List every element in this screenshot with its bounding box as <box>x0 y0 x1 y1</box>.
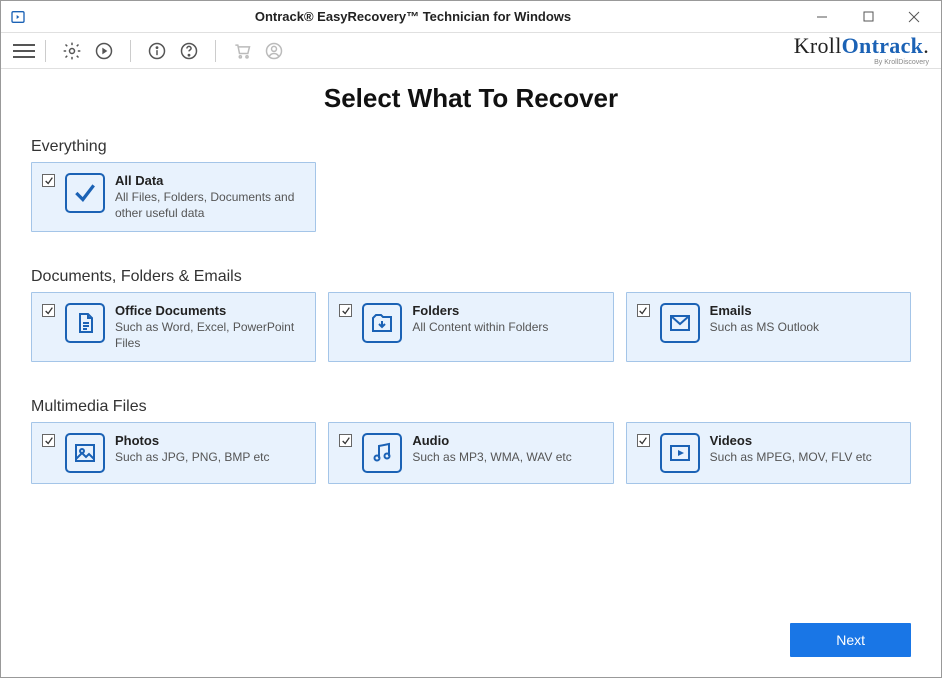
checkbox-audio[interactable] <box>339 434 352 447</box>
user-icon[interactable] <box>263 40 285 62</box>
app-window: Ontrack® EasyRecovery™ Technician for Wi… <box>0 0 942 678</box>
card-desc: Such as Word, Excel, PowerPoint Files <box>115 320 305 351</box>
section-title-everything: Everything <box>31 138 911 156</box>
checkbox-office-documents[interactable] <box>42 304 55 317</box>
card-title: Folders <box>412 303 548 318</box>
page-title: Select What To Recover <box>31 83 911 114</box>
next-button[interactable]: Next <box>790 623 911 657</box>
toolbar-divider <box>215 40 216 62</box>
cards-row-docs: Office Documents Such as Word, Excel, Po… <box>31 292 911 362</box>
folder-icon <box>362 303 402 343</box>
minimize-button[interactable] <box>799 1 845 33</box>
card-title: Photos <box>115 433 270 448</box>
card-title: Office Documents <box>115 303 305 318</box>
card-title: All Data <box>115 173 305 188</box>
app-logo-icon <box>9 8 27 26</box>
resume-recovery-icon[interactable] <box>93 40 115 62</box>
card-desc: Such as MP3, WMA, WAV etc <box>412 450 571 466</box>
checkbox-videos[interactable] <box>637 434 650 447</box>
card-desc: All Files, Folders, Documents and other … <box>115 190 305 221</box>
card-folders[interactable]: Folders All Content within Folders <box>328 292 613 362</box>
toolbar-divider <box>130 40 131 62</box>
card-photos[interactable]: Photos Such as JPG, PNG, BMP etc <box>31 422 316 484</box>
card-title: Audio <box>412 433 571 448</box>
cards-row-media: Photos Such as JPG, PNG, BMP etc Audio S… <box>31 422 911 484</box>
card-all-data[interactable]: All Data All Files, Folders, Documents a… <box>31 162 316 232</box>
section-title-media: Multimedia Files <box>31 398 911 416</box>
settings-icon[interactable] <box>61 40 83 62</box>
menu-button[interactable] <box>13 40 35 62</box>
main-content: Select What To Recover Everything All Da… <box>1 69 941 611</box>
info-icon[interactable] <box>146 40 168 62</box>
card-audio[interactable]: Audio Such as MP3, WMA, WAV etc <box>328 422 613 484</box>
card-videos[interactable]: Videos Such as MPEG, MOV, FLV etc <box>626 422 911 484</box>
window-title: Ontrack® EasyRecovery™ Technician for Wi… <box>27 9 799 24</box>
card-emails[interactable]: Emails Such as MS Outlook <box>626 292 911 362</box>
card-office-documents[interactable]: Office Documents Such as Word, Excel, Po… <box>31 292 316 362</box>
close-button[interactable] <box>891 1 937 33</box>
checkbox-folders[interactable] <box>339 304 352 317</box>
toolbar: KrollOntrack. By KrollDiscovery <box>1 33 941 69</box>
audio-icon <box>362 433 402 473</box>
titlebar: Ontrack® EasyRecovery™ Technician for Wi… <box>1 1 941 33</box>
brand-tagline: By KrollDiscovery <box>874 59 929 66</box>
footer: Next <box>1 611 941 677</box>
cart-icon[interactable] <box>231 40 253 62</box>
video-icon <box>660 433 700 473</box>
card-desc: Such as JPG, PNG, BMP etc <box>115 450 270 466</box>
checkbox-all-data[interactable] <box>42 174 55 187</box>
window-controls <box>799 1 937 33</box>
brand-kroll: Kroll <box>794 35 842 57</box>
photo-icon <box>65 433 105 473</box>
brand-logo: KrollOntrack. By KrollDiscovery <box>794 35 929 66</box>
card-desc: Such as MPEG, MOV, FLV etc <box>710 450 872 466</box>
document-icon <box>65 303 105 343</box>
card-desc: Such as MS Outlook <box>710 320 819 336</box>
brand-ontrack: Ontrack <box>842 35 924 57</box>
cards-row-everything: All Data All Files, Folders, Documents a… <box>31 162 911 232</box>
email-icon <box>660 303 700 343</box>
card-desc: All Content within Folders <box>412 320 548 336</box>
toolbar-divider <box>45 40 46 62</box>
checkbox-emails[interactable] <box>637 304 650 317</box>
checkbox-photos[interactable] <box>42 434 55 447</box>
section-title-docs: Documents, Folders & Emails <box>31 268 911 286</box>
all-data-icon <box>65 173 105 213</box>
card-title: Videos <box>710 433 872 448</box>
maximize-button[interactable] <box>845 1 891 33</box>
card-title: Emails <box>710 303 819 318</box>
help-icon[interactable] <box>178 40 200 62</box>
